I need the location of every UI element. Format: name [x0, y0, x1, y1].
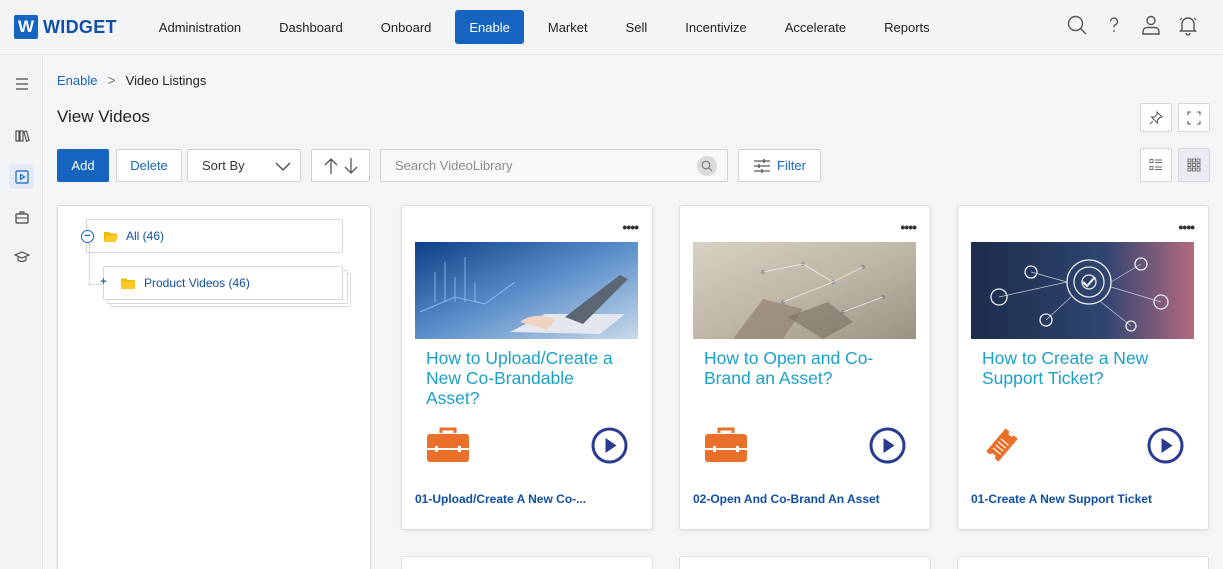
nav-item-reports[interactable]: Reports	[865, 10, 949, 44]
video-thumbnail[interactable]	[415, 242, 638, 339]
video-card[interactable]: •••• How to Create a New Support Ticket?…	[957, 205, 1209, 530]
tree-node-all[interactable]: All (46)	[86, 219, 343, 253]
graduation-cap-icon[interactable]	[9, 244, 34, 269]
play-button-icon[interactable]	[869, 427, 906, 464]
briefcase-icon	[427, 427, 469, 462]
delete-button[interactable]: Delete	[116, 149, 182, 182]
search-submit-icon[interactable]	[697, 156, 717, 176]
breadcrumb: Enable > Video Listings	[57, 72, 206, 88]
user-icon[interactable]	[1140, 14, 1162, 36]
ticket-icon	[986, 428, 1018, 462]
nav-item-market[interactable]: Market	[529, 10, 607, 44]
grid-view-button[interactable]	[1178, 148, 1210, 182]
notification-bell-icon[interactable]	[1177, 14, 1199, 36]
card-title[interactable]: How to Create a New Support Ticket?	[982, 348, 1182, 388]
card-title[interactable]: How to Upload/Create a New Co-Brandable …	[426, 348, 626, 408]
tree-node-product-videos[interactable]: Product Videos (46)	[103, 266, 343, 300]
video-card[interactable]	[957, 556, 1209, 569]
breadcrumb-separator: >	[107, 72, 116, 88]
help-icon[interactable]	[1103, 14, 1125, 36]
tree-node-label: Product Videos (46)	[144, 276, 250, 290]
nav-item-dashboard[interactable]: Dashboard	[260, 10, 362, 44]
list-view-button[interactable]	[1140, 148, 1172, 182]
more-options-icon[interactable]: ••••	[900, 220, 917, 234]
nav-item-administration[interactable]: Administration	[140, 10, 260, 44]
logo-mark: W	[14, 15, 38, 39]
folder-tree-panel: All (46) − Product Videos (46) +	[57, 205, 371, 569]
filter-button[interactable]: Filter	[738, 149, 821, 182]
logo-text: WIDGET	[43, 16, 117, 37]
nav-item-incentivize[interactable]: Incentivize	[666, 10, 765, 44]
search-box	[380, 149, 728, 182]
card-title[interactable]: How to Open and Co-Brand an Asset?	[704, 348, 904, 388]
nav-item-accelerate[interactable]: Accelerate	[766, 10, 865, 44]
menu-icon[interactable]	[9, 71, 34, 96]
fullscreen-icon	[1187, 110, 1201, 125]
more-options-icon[interactable]: ••••	[1178, 220, 1195, 234]
filter-sliders-icon	[754, 158, 771, 173]
card-video-name[interactable]: 02-Open And Co-Brand An Asset	[693, 492, 880, 506]
play-button-icon[interactable]	[1147, 427, 1184, 464]
arrow-down-icon	[344, 157, 357, 174]
sort-by-label: Sort By	[202, 158, 245, 173]
fullscreen-button[interactable]	[1178, 103, 1210, 132]
briefcase-icon[interactable]	[9, 204, 34, 229]
grid-view-icon	[1187, 158, 1201, 172]
video-thumbnail[interactable]	[971, 242, 1194, 339]
video-icon[interactable]	[9, 164, 34, 189]
pin-button[interactable]	[1140, 103, 1172, 132]
folder-icon	[121, 278, 135, 289]
video-thumbnail[interactable]	[693, 242, 916, 339]
chevron-down-icon	[275, 162, 291, 171]
sort-direction-button[interactable]	[311, 149, 370, 182]
pin-icon	[1149, 110, 1163, 124]
video-card[interactable]	[401, 556, 653, 569]
expand-icon[interactable]: +	[97, 277, 110, 290]
page-title: View Videos	[57, 107, 150, 126]
more-options-icon[interactable]: ••••	[622, 220, 639, 234]
video-card[interactable]: •••• How to Upload/Create a New Co-Brand…	[401, 205, 653, 530]
open-folder-icon	[104, 231, 119, 242]
list-view-icon	[1149, 159, 1162, 170]
nav-item-onboard[interactable]: Onboard	[362, 10, 451, 44]
card-video-name[interactable]: 01-Upload/Create A New Co-...	[415, 492, 586, 506]
briefcase-icon	[705, 427, 747, 462]
filter-label: Filter	[777, 158, 806, 173]
search-input[interactable]	[381, 150, 681, 181]
tree-node-label: All (46)	[126, 229, 165, 243]
left-rail	[0, 56, 43, 569]
breadcrumb-enable[interactable]: Enable	[57, 73, 97, 88]
breadcrumb-current: Video Listings	[125, 72, 207, 88]
brand-logo[interactable]: W WIDGET	[14, 15, 117, 39]
video-card[interactable]	[679, 556, 931, 569]
card-video-name[interactable]: 01-Create A New Support Ticket	[971, 492, 1152, 506]
main-nav: Administration Dashboard Onboard Enable …	[140, 10, 949, 44]
library-icon[interactable]	[9, 123, 34, 148]
sort-by-dropdown[interactable]: Sort By	[187, 149, 301, 182]
top-navigation-bar: W WIDGET Administration Dashboard Onboar…	[0, 0, 1223, 55]
video-card[interactable]: •••• How to Open and Co-Brand an Asset? …	[679, 205, 931, 530]
arrow-up-icon	[324, 157, 337, 174]
add-button[interactable]: Add	[57, 149, 109, 182]
play-button-icon[interactable]	[591, 427, 628, 464]
search-icon[interactable]	[1066, 14, 1088, 36]
nav-item-enable[interactable]: Enable	[455, 10, 524, 44]
nav-item-sell[interactable]: Sell	[607, 10, 667, 44]
collapse-icon[interactable]: −	[81, 230, 94, 243]
toolbar: Add Delete Sort By Filter	[57, 149, 821, 182]
